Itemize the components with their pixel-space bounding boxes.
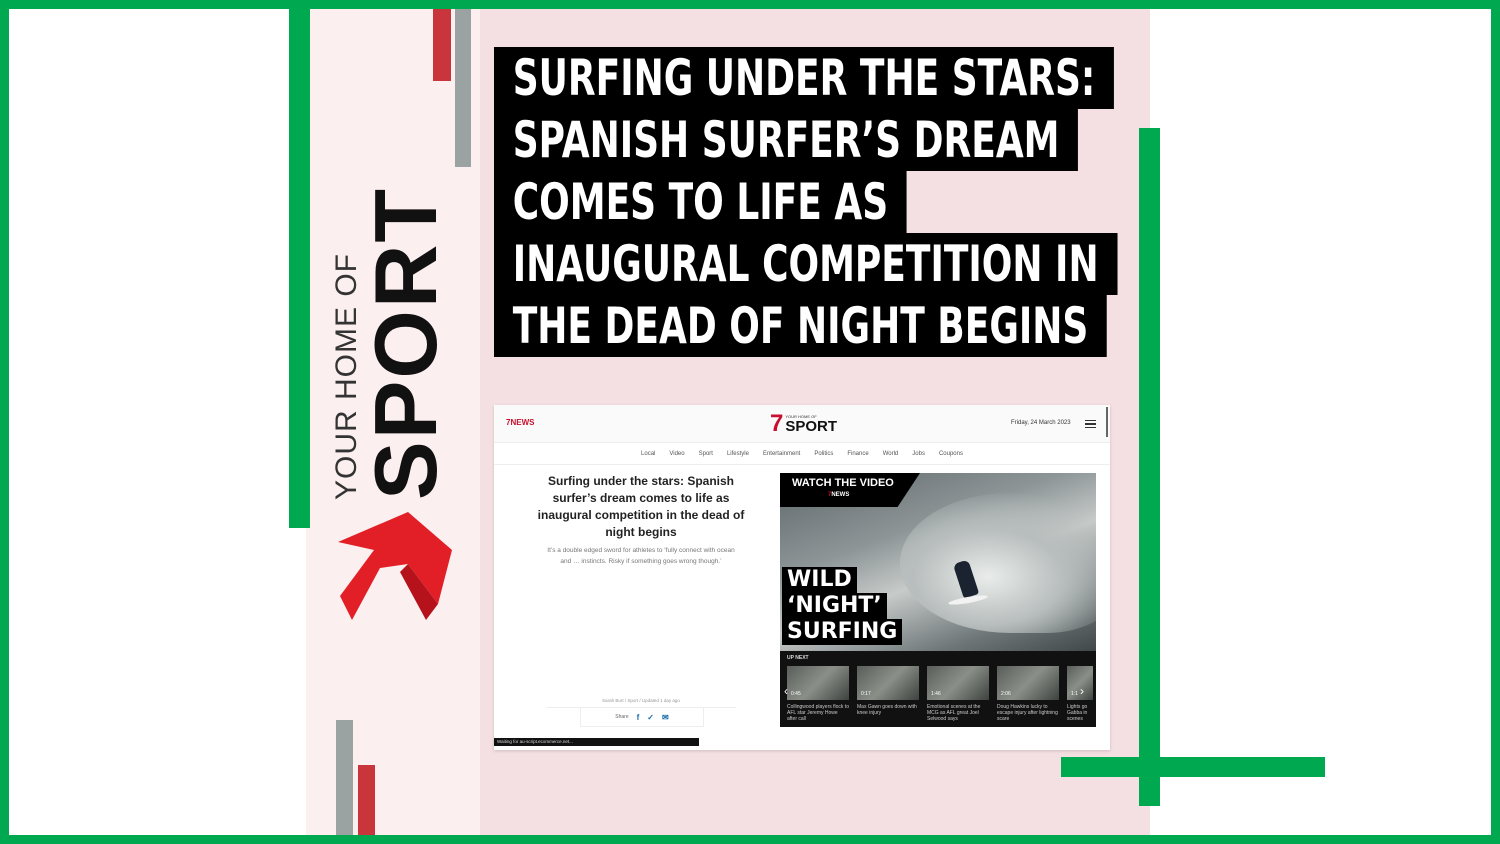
hamburger-menu-icon[interactable] [1085, 420, 1096, 428]
news-logo-small: 7NEWS [828, 492, 849, 498]
video-title-line: ‘NIGHT’ [782, 593, 887, 619]
nav-item-world[interactable]: World [883, 451, 899, 457]
video-duration: 0:17 [861, 691, 871, 697]
browser-status-bar: Waiting for au-script.ecommerce.net... [494, 738, 699, 746]
up-next-thumbnail[interactable]: 0:45 [787, 666, 849, 700]
nav-item-jobs[interactable]: Jobs [912, 451, 925, 457]
nav-item-coupons[interactable]: Coupons [939, 451, 963, 457]
video-title-line: SURFING [782, 619, 903, 645]
news-logo[interactable]: 7NEWS [506, 418, 534, 427]
video-title-overlay: WILD ‘NIGHT’ SURFING [782, 567, 903, 645]
chevron-right-icon[interactable]: › [1080, 684, 1084, 698]
nav-item-politics[interactable]: Politics [814, 451, 833, 457]
headline-block: SURFING UNDER THE STARS: SPANISH SURFER’… [494, 47, 1360, 357]
grey-stripe-bottom [336, 720, 353, 835]
nav-item-finance[interactable]: Finance [847, 451, 868, 457]
video-duration: 1:46 [931, 691, 941, 697]
wave-image [900, 493, 1096, 633]
up-next-item[interactable]: 0:17 Max Gawn goes down with knee injury [857, 666, 919, 722]
share-label: Share [615, 714, 629, 720]
headline-line: INAUGURAL COMPETITION IN [494, 233, 1118, 295]
up-next-thumbnail[interactable]: 1:46 [927, 666, 989, 700]
site-header: 7NEWS 7 YOUR HOME OF SPORT Friday, 24 Ma… [494, 405, 1110, 443]
chevron-left-icon[interactable]: ‹ [784, 684, 788, 698]
video-player[interactable]: WATCH THE VIDEO 7NEWS WILD ‘NIGHT’ SURFI… [780, 473, 1096, 727]
up-next-caption[interactable]: Emotional scenes at the MCG as AFL great… [927, 704, 989, 722]
article-title: Surfing under the stars: Spanish surfer’… [537, 474, 745, 539]
nav-item-lifestyle[interactable]: Lifestyle [727, 451, 749, 457]
email-icon[interactable]: ✉ [662, 713, 669, 722]
brand-wordmark: YOUR HOME OF SPORT [330, 186, 455, 500]
video-duration: 0:45 [791, 691, 801, 697]
share-bar: Share f ✓ ✉ [580, 707, 704, 727]
video-title-line: WILD [782, 567, 857, 593]
video-duration: 1:1 [1071, 691, 1078, 697]
red-stripe-bottom [358, 765, 375, 835]
twitter-icon[interactable]: ✓ [647, 713, 654, 722]
nav-item-local[interactable]: Local [641, 451, 655, 457]
up-next-strip: UP NEXT 0:45 Collingwood players flock t… [780, 651, 1096, 727]
sport-logo-name: SPORT [785, 418, 838, 435]
green-bar-left [289, 9, 310, 528]
website-screenshot: 7NEWS 7 YOUR HOME OF SPORT Friday, 24 Ma… [494, 405, 1110, 750]
up-next-item[interactable]: 0:45 Collingwood players flock to AFL st… [787, 666, 849, 722]
headline-line: SPANISH SURFER’S DREAM [494, 109, 1079, 171]
seven-network-logo-icon [338, 512, 452, 620]
red-stripe-top [433, 9, 451, 81]
headline-line: SURFING UNDER THE STARS: [494, 47, 1115, 109]
up-next-item[interactable]: 2:06 Doug Hawkins lucky to escape injury… [997, 666, 1059, 722]
article-subtitle: It’s a double edged sword for athletes t… [547, 547, 735, 565]
green-bar-right-horizontal [1061, 757, 1325, 777]
sport-logo[interactable]: 7 YOUR HOME OF SPORT [770, 411, 837, 437]
up-next-thumbnail[interactable]: 0:17 [857, 666, 919, 700]
nav-item-sport[interactable]: Sport [699, 451, 713, 457]
up-next-caption[interactable]: Max Gawn goes down with knee injury [857, 704, 919, 716]
up-next-list: 0:45 Collingwood players flock to AFL st… [787, 666, 1093, 722]
nav-item-video[interactable]: Video [669, 451, 684, 457]
up-next-item[interactable]: 1:46 Emotional scenes at the MCG as AFL … [927, 666, 989, 722]
up-next-thumbnail[interactable]: 2:06 [997, 666, 1059, 700]
brand-name: SPORT [356, 186, 455, 500]
up-next-caption[interactable]: Doug Hawkins lucky to escape injury afte… [997, 704, 1059, 722]
site-nav: Local Video Sport Lifestyle Entertainmen… [494, 443, 1110, 465]
news-logo-name: NEWS [831, 492, 850, 498]
up-next-caption[interactable]: Collingwood players flock to AFL star Je… [787, 704, 849, 722]
up-next-label: UP NEXT [787, 655, 809, 661]
site-date: Friday, 24 March 2023 [1011, 420, 1071, 426]
watch-video-label: WATCH THE VIDEO [792, 477, 894, 489]
facebook-icon[interactable]: f [637, 713, 640, 722]
video-duration: 2:06 [1001, 691, 1011, 697]
nav-item-entertainment[interactable]: Entertainment [763, 451, 800, 457]
up-next-caption[interactable]: Lights go Gabba in scenes [1067, 704, 1093, 722]
headline-line: THE DEAD OF NIGHT BEGINS [494, 295, 1108, 357]
headline-line: COMES TO LIFE AS [494, 171, 907, 233]
scrollbar[interactable] [1106, 407, 1108, 437]
grey-stripe-top [455, 9, 471, 167]
sport-logo-seven: 7 [770, 410, 784, 437]
